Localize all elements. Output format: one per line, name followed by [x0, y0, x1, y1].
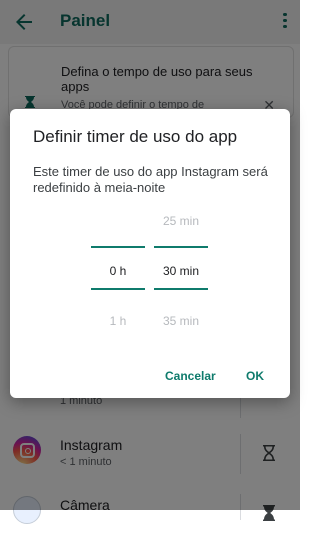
- minutes-divider-top: [154, 246, 208, 248]
- ok-button[interactable]: OK: [246, 369, 264, 383]
- minutes-below[interactable]: 35 min: [154, 314, 208, 328]
- minutes-selected[interactable]: 30 min: [154, 264, 208, 278]
- hours-divider-bottom: [91, 288, 145, 290]
- minutes-above[interactable]: 25 min: [154, 214, 208, 228]
- dialog-message: Este timer de uso do app Instagram será …: [33, 164, 268, 195]
- hours-below[interactable]: 1 h: [91, 314, 145, 328]
- hours-divider-top: [91, 246, 145, 248]
- timer-dialog: Definir timer de uso do app Este timer d…: [10, 109, 290, 398]
- cancel-button[interactable]: Cancelar: [165, 369, 216, 383]
- minutes-divider-bottom: [154, 288, 208, 290]
- hours-selected[interactable]: 0 h: [91, 264, 145, 278]
- dialog-title: Definir timer de uso do app: [33, 127, 238, 146]
